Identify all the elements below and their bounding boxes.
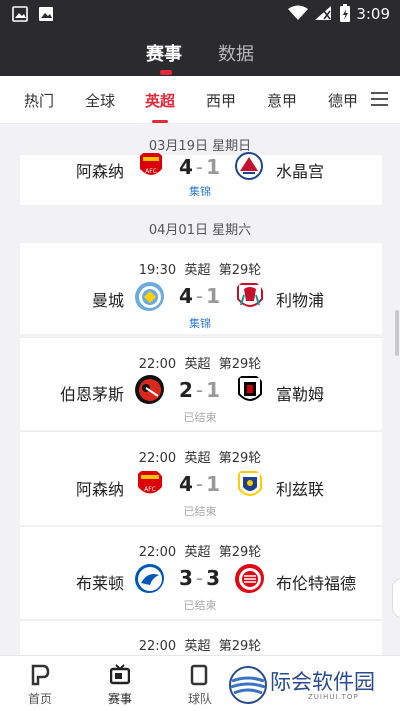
league-name: 英超 bbox=[184, 545, 211, 560]
match-status: 已结束 bbox=[183, 411, 217, 424]
highlights-link[interactable]: 集锦 bbox=[0, 315, 400, 331]
tab-matches[interactable]: 赛事 bbox=[146, 40, 182, 66]
home-score: 3 bbox=[178, 566, 194, 590]
home-score: 4 bbox=[178, 284, 194, 308]
arsenal-crest-icon: AFC bbox=[138, 471, 162, 494]
watermark-logo: 际会软件园 ZUIHUI.TOP bbox=[228, 662, 398, 708]
date-header: 03月19日 星期日 bbox=[148, 139, 252, 154]
match-round: 第29轮 bbox=[218, 357, 262, 372]
floating-button[interactable] bbox=[392, 578, 400, 618]
match-round: 第29轮 bbox=[218, 545, 262, 560]
league-name: 英超 bbox=[184, 263, 211, 278]
gallery-notification-icon bbox=[39, 7, 53, 21]
highlights-link[interactable]: 集锦 bbox=[0, 183, 400, 199]
score: 4-1 bbox=[178, 155, 222, 179]
match-meta: 22:00 英超 第29轮 bbox=[0, 635, 400, 654]
man-city-crest-icon bbox=[135, 282, 164, 311]
home-team-name: 阿森纳 bbox=[75, 162, 124, 181]
match-time: 22:00 bbox=[138, 451, 177, 466]
match-meta: 19:30 英超 第29轮 bbox=[0, 259, 400, 278]
menu-icon[interactable] bbox=[362, 76, 400, 123]
league-tab-bundesliga[interactable]: 德甲 bbox=[328, 90, 358, 111]
app-header: 3:09 赛事 数据 bbox=[0, 0, 400, 76]
away-team-name: 利兹联 bbox=[276, 480, 325, 499]
nav-matches-label: 赛事 bbox=[107, 692, 132, 706]
match-meta: 22:00 英超 第29轮 bbox=[0, 353, 400, 372]
league-tab-indicator bbox=[152, 120, 168, 123]
home-score: 4 bbox=[178, 472, 194, 496]
league-tab-bar: 热门 全球 英超 西甲 意甲 德甲 bbox=[0, 76, 400, 124]
bournemouth-crest-icon bbox=[135, 375, 164, 404]
battery-icon bbox=[340, 4, 350, 22]
match-status: 已结束 bbox=[183, 505, 217, 518]
match-round: 第29轮 bbox=[218, 263, 262, 278]
clock: 3:09 bbox=[356, 5, 390, 23]
away-team-name: 利物浦 bbox=[276, 291, 325, 310]
date-header: 04月01日 星期六 bbox=[148, 223, 252, 238]
svg-text:AFC: AFC bbox=[144, 486, 156, 493]
image-notification-icon bbox=[12, 6, 28, 22]
watermark-text: 际会软件园 bbox=[270, 670, 375, 694]
svg-text:AFC: AFC bbox=[145, 168, 157, 175]
league-name: 英超 bbox=[184, 639, 211, 654]
scrollbar[interactable] bbox=[395, 310, 399, 356]
active-tab-indicator bbox=[160, 70, 172, 75]
match-time: 22:00 bbox=[138, 639, 177, 654]
score: 2-1 bbox=[178, 378, 222, 402]
nav-home[interactable]: 首页 bbox=[0, 656, 80, 711]
signal-icon bbox=[315, 6, 331, 20]
league-tab-la-liga[interactable]: 西甲 bbox=[206, 90, 236, 111]
tab-data[interactable]: 数据 bbox=[218, 40, 254, 66]
brentford-crest-icon bbox=[235, 564, 264, 593]
status-bar: 3:09 bbox=[0, 0, 400, 28]
match-time: 22:00 bbox=[138, 357, 177, 372]
score: 4-1 bbox=[178, 284, 222, 308]
home-team-name: 阿森纳 bbox=[75, 480, 124, 499]
match-status: 已结束 bbox=[183, 599, 217, 612]
home-team-name: 布莱顿 bbox=[75, 574, 124, 593]
league-tab-global[interactable]: 全球 bbox=[85, 90, 115, 111]
nav-matches[interactable]: 赛事 bbox=[80, 656, 160, 711]
score: 3-3 bbox=[178, 566, 222, 590]
wifi-icon bbox=[288, 5, 308, 20]
liverpool-crest-icon bbox=[237, 283, 263, 307]
league-tab-serie-a[interactable]: 意甲 bbox=[267, 90, 297, 111]
home-icon bbox=[31, 664, 50, 686]
match-round: 第29轮 bbox=[218, 451, 262, 466]
home-score: 2 bbox=[178, 378, 194, 402]
nav-home-label: 首页 bbox=[27, 692, 52, 706]
match-meta: 22:00 英超 第29轮 bbox=[0, 541, 400, 560]
tv-icon bbox=[110, 664, 130, 685]
home-team-name: 曼城 bbox=[91, 291, 124, 310]
watermark-subtext: ZUIHUI.TOP bbox=[308, 693, 359, 701]
leeds-crest-icon bbox=[238, 471, 262, 496]
league-name: 英超 bbox=[184, 451, 211, 466]
brighton-crest-icon bbox=[135, 564, 164, 593]
away-team-name: 富勒姆 bbox=[276, 385, 325, 404]
crystal-palace-crest-icon bbox=[235, 152, 263, 180]
away-score: 1 bbox=[206, 378, 222, 402]
arsenal-crest-icon: AFC bbox=[140, 153, 162, 175]
league-name: 英超 bbox=[184, 357, 211, 372]
fulham-crest-icon bbox=[238, 376, 262, 401]
away-team-name: 布伦特福德 bbox=[276, 574, 357, 593]
league-tab-hot[interactable]: 热门 bbox=[24, 90, 54, 111]
away-score: 1 bbox=[206, 284, 222, 308]
team-icon bbox=[190, 664, 208, 686]
match-round: 第29轮 bbox=[218, 639, 262, 654]
away-score: 1 bbox=[206, 155, 222, 179]
globe-logo-icon bbox=[229, 666, 267, 704]
away-score: 3 bbox=[206, 566, 222, 590]
away-team-name: 水晶宫 bbox=[276, 162, 325, 181]
match-time: 22:00 bbox=[138, 545, 177, 560]
match-list[interactable]: 03月19日 星期日 阿森纳 AFC 4-1 水晶宫 集锦 04月01日 星期六… bbox=[0, 125, 400, 655]
home-score: 4 bbox=[178, 155, 194, 179]
score: 4-1 bbox=[178, 472, 222, 496]
home-team-name: 伯恩茅斯 bbox=[59, 385, 124, 404]
away-score: 1 bbox=[206, 472, 222, 496]
match-time: 19:30 bbox=[138, 263, 177, 278]
match-meta: 22:00 英超 第29轮 bbox=[0, 447, 400, 466]
league-tab-premier-league[interactable]: 英超 bbox=[145, 90, 175, 111]
